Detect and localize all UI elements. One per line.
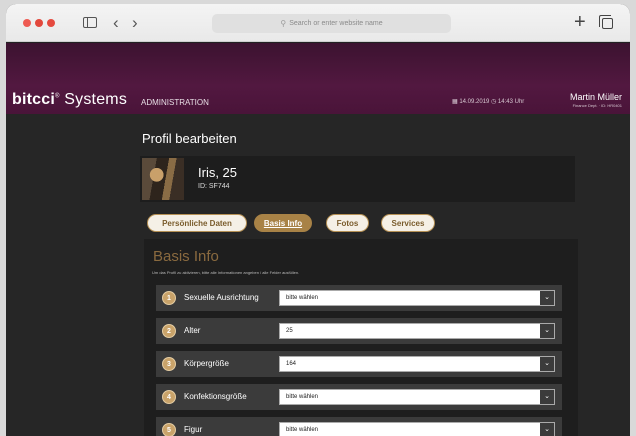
new-tab-icon[interactable]: + (574, 12, 586, 32)
field-row-figure: 5 Figur bitte wählen ⌄ (156, 417, 562, 436)
user-name[interactable]: Martin Müller (570, 92, 622, 102)
step-number: 2 (162, 324, 176, 338)
select-value: 25 (286, 328, 293, 334)
chevron-down-icon[interactable]: ⌄ (540, 291, 554, 305)
clothing-size-select[interactable]: bitte wählen ⌄ (279, 389, 555, 405)
sidebar-toggle-icon[interactable] (83, 17, 97, 28)
user-department: Finance Dept. · ID: HR0401 (572, 103, 622, 108)
field-row-sexual-orientation: 1 Sexuelle Ausrichtung bitte wählen ⌄ (156, 285, 562, 311)
browser-toolbar: ‹ › ⚲ Search or enter website name + (6, 4, 630, 42)
field-label: Körpergröße (184, 359, 229, 368)
select-value: bitte wählen (286, 427, 319, 433)
profile-card: Iris, 25 ID: SF744 (140, 156, 575, 202)
tab-overview-icon[interactable] (599, 15, 613, 29)
tab-basis-info[interactable]: Basis Info (254, 214, 312, 232)
sexual-orientation-select[interactable]: bitte wählen ⌄ (279, 290, 555, 306)
basis-info-section: Basis Info Um das Profil zu aktivieren, … (144, 239, 578, 436)
height-select[interactable]: 164 ⌄ (279, 356, 555, 372)
page-body: Profil bearbeiten Iris, 25 ID: SF744 Per… (6, 114, 630, 436)
chevron-down-icon[interactable]: ⌄ (540, 423, 554, 436)
field-label: Figur (184, 425, 203, 434)
admin-label: ADMINISTRATION (141, 98, 209, 107)
tab-personal-data[interactable]: Persönliche Daten (147, 214, 247, 232)
section-description: Um das Profil zu aktivieren, bitte alle … (152, 270, 300, 275)
profile-name: Iris, 25 (198, 165, 238, 180)
page-title: Profil bearbeiten (142, 131, 237, 146)
chevron-down-icon[interactable]: ⌄ (540, 324, 554, 338)
site-header: bitcci® Systems ADMINISTRATION ▦ 14.09.2… (6, 43, 630, 114)
step-number: 1 (162, 291, 176, 305)
chevron-down-icon[interactable]: ⌄ (540, 357, 554, 371)
step-number: 3 (162, 357, 176, 371)
step-number: 4 (162, 390, 176, 404)
back-arrow-icon[interactable]: ‹ (113, 14, 119, 31)
profile-id: ID: SF744 (198, 183, 230, 190)
date-time-info: ▦ 14.09.2019 ◷ 14:43 Uhr (452, 99, 525, 105)
field-label: Sexuelle Ausrichtung (184, 293, 259, 302)
search-icon: ⚲ (280, 19, 287, 28)
field-label: Konfektionsgröße (184, 392, 247, 401)
browser-window: ‹ › ⚲ Search or enter website name + bit… (6, 4, 630, 436)
select-value: bitte wählen (286, 394, 319, 400)
field-row-clothing-size: 4 Konfektionsgröße bitte wählen ⌄ (156, 384, 562, 410)
address-bar-placeholder: Search or enter website name (289, 20, 383, 27)
site-logo[interactable]: bitcci® Systems (12, 91, 127, 109)
profile-photo (142, 158, 184, 200)
maximize-window-button[interactable] (47, 19, 55, 27)
select-value: bitte wählen (286, 295, 319, 301)
close-window-button[interactable] (23, 19, 31, 27)
select-value: 164 (286, 361, 297, 367)
field-label: Alter (184, 326, 201, 335)
tab-photos[interactable]: Fotos (326, 214, 369, 232)
address-bar[interactable]: ⚲ Search or enter website name (212, 14, 451, 33)
forward-arrow-icon[interactable]: › (132, 14, 138, 31)
chevron-down-icon[interactable]: ⌄ (540, 390, 554, 404)
section-title: Basis Info (153, 248, 219, 265)
minimize-window-button[interactable] (35, 19, 43, 27)
tab-services[interactable]: Services (381, 214, 435, 232)
field-row-age: 2 Alter 25 ⌄ (156, 318, 562, 344)
step-number: 5 (162, 423, 176, 436)
age-select[interactable]: 25 ⌄ (279, 323, 555, 339)
field-row-height: 3 Körpergröße 164 ⌄ (156, 351, 562, 377)
figure-select[interactable]: bitte wählen ⌄ (279, 422, 555, 436)
